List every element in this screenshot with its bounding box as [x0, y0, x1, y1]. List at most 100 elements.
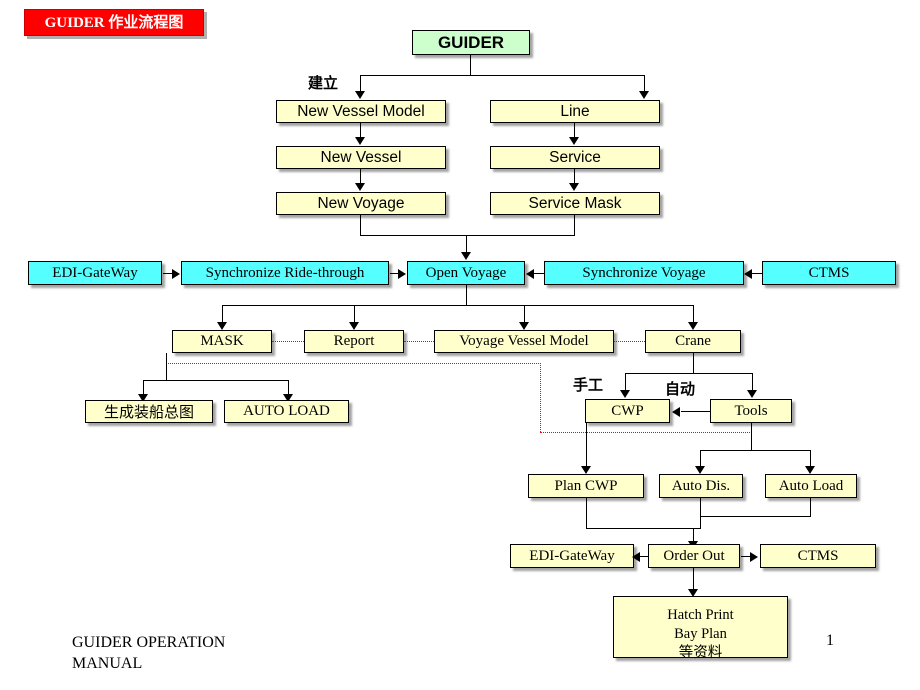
connector-line-to-service: [574, 123, 575, 138]
arrow-to-new-voyage: [355, 183, 365, 191]
connector-drop-stowage: [143, 380, 144, 395]
node-guider[interactable]: GUIDER: [412, 30, 530, 55]
connector-guider-left-drop: [360, 75, 361, 92]
node-synchronize-voyage[interactable]: Synchronize Voyage: [544, 261, 744, 285]
arrow-to-open-voyage: [461, 252, 471, 260]
node-report[interactable]: Report: [304, 330, 404, 353]
node-new-vessel[interactable]: New Vessel: [276, 146, 446, 169]
arrow-to-new-vessel-model: [355, 91, 365, 99]
connector-tools-split-bus: [700, 450, 810, 451]
node-service[interactable]: Service: [490, 146, 660, 169]
node-auto-dis[interactable]: Auto Dis.: [659, 474, 743, 498]
dotted-link-report-vvm: [404, 341, 434, 342]
connector-drop-auto-load-lower: [810, 450, 811, 467]
label-automatic: 自动: [665, 381, 696, 398]
node-voyage-vessel-model[interactable]: Voyage Vessel Model: [434, 330, 614, 353]
arrow-to-new-vessel: [355, 137, 365, 145]
arrow-to-plan-cwp: [581, 466, 591, 474]
arrow-to-line: [639, 91, 649, 99]
dotted-route-top: [166, 363, 541, 364]
connector-drop-mask: [222, 305, 223, 323]
node-ctms-bottom[interactable]: CTMS: [760, 544, 876, 568]
arrow-srt-to-open-voyage: [398, 269, 406, 279]
arrow-order-out-to-edi: [632, 552, 640, 562]
connector-plan-cwp-drop: [586, 498, 587, 528]
arrow-to-service-mask: [569, 183, 579, 191]
connector-nvm-to-nv: [360, 123, 361, 138]
node-auto-load-lower[interactable]: Auto Load: [765, 474, 857, 498]
dotted-route-bottom: [540, 432, 752, 433]
connector-auto-load-drop: [810, 498, 811, 516]
node-open-voyage[interactable]: Open Voyage: [407, 261, 525, 285]
dotted-link-mask-report: [272, 341, 304, 342]
flowchart-canvas: GUIDER 作业流程图 GUIDER 建立 New Vessel Model …: [0, 0, 920, 690]
arrow-order-out-to-ctms: [750, 552, 758, 562]
connector-orderout-stem: [693, 568, 694, 590]
arrow-to-auto-dis: [695, 466, 705, 474]
arrow-tools-to-cwp: [672, 407, 680, 417]
node-auto-load-upper[interactable]: AUTO LOAD: [224, 400, 349, 423]
node-edi-gateway-bottom[interactable]: EDI-GateWay: [510, 544, 634, 568]
arrow-to-service: [569, 137, 579, 145]
arrow-to-auto-load-lower: [805, 466, 815, 474]
node-service-mask[interactable]: Service Mask: [490, 192, 660, 215]
connector-drop-vvm: [524, 305, 525, 323]
node-cwp[interactable]: CWP: [585, 399, 670, 423]
label-manual: 手工: [573, 377, 604, 394]
connector-sv-to-ov: [534, 273, 544, 274]
node-order-out[interactable]: Order Out: [648, 544, 740, 568]
title-banner: GUIDER 作业流程图: [24, 9, 204, 36]
output-line-2: Bay Plan: [674, 626, 727, 642]
arrow-ctms-to-sync-voyage: [744, 269, 752, 279]
node-plan-cwp[interactable]: Plan CWP: [528, 474, 644, 498]
label-establish: 建立: [308, 75, 339, 92]
arrow-to-report: [349, 322, 359, 330]
arrow-sync-voyage-to-open-voyage: [526, 269, 534, 279]
connector-merge-drop: [700, 516, 701, 528]
footer-text: GUIDER OPERATION MANUAL: [72, 634, 226, 672]
output-line-1: Hatch Print: [667, 607, 734, 623]
node-ctms-top[interactable]: CTMS: [762, 261, 896, 285]
connector-drop-autoload-upper: [288, 380, 289, 395]
connector-crane-split-bus: [625, 373, 753, 374]
node-edi-gateway-top[interactable]: EDI-GateWay: [28, 261, 162, 285]
node-new-voyage[interactable]: New Voyage: [276, 192, 446, 215]
arrow-to-cwp: [620, 390, 630, 398]
connector-orderout-to-edi: [640, 556, 649, 557]
node-tools[interactable]: Tools: [710, 399, 792, 423]
connector-to-open-voyage: [466, 235, 467, 253]
connector-converge-bus: [360, 235, 575, 236]
connector-ov-stem: [466, 285, 467, 305]
connector-guider-stem: [470, 55, 471, 75]
connector-mask-split-bus: [143, 380, 288, 381]
node-crane[interactable]: Crane: [645, 330, 741, 353]
page-number: 1: [826, 632, 834, 649]
connector-drop-auto-dis: [700, 450, 701, 467]
connector-tools-to-cwp: [681, 411, 710, 412]
connector-ctms-to-sv: [752, 273, 762, 274]
connector-drop-cwp: [625, 373, 626, 391]
node-line[interactable]: Line: [490, 100, 660, 123]
node-stowage-plan[interactable]: 生成装船总图: [85, 400, 213, 423]
arrow-edi-to-srt: [172, 269, 180, 279]
connector-crane-stem: [693, 353, 694, 373]
connector-nvoy-drop: [360, 215, 361, 235]
arrow-to-mask: [217, 322, 227, 330]
node-output-documents[interactable]: Hatch Print Bay Plan 等资料: [613, 596, 788, 661]
node-new-vessel-model[interactable]: New Vessel Model: [276, 100, 446, 123]
arrow-to-crane: [688, 322, 698, 330]
arrow-to-tools: [747, 390, 757, 398]
dotted-route-vertical: [540, 363, 541, 432]
output-line-3: 等资料: [678, 645, 723, 661]
connector-drop-crane: [693, 305, 694, 323]
connector-to-order-out: [693, 528, 694, 542]
connector-mask-stem: [166, 353, 167, 380]
connector-auto-dis-drop: [700, 498, 701, 516]
connector-drop-report: [354, 305, 355, 323]
node-mask[interactable]: MASK: [172, 330, 272, 353]
connector-drop-tools: [752, 373, 753, 391]
node-synchronize-ride-through[interactable]: Synchronize Ride-through: [181, 261, 389, 285]
connector-lower-merge-bus: [700, 516, 811, 517]
connector-tools-stem: [751, 423, 752, 450]
dotted-link-vvm-crane: [614, 341, 645, 342]
